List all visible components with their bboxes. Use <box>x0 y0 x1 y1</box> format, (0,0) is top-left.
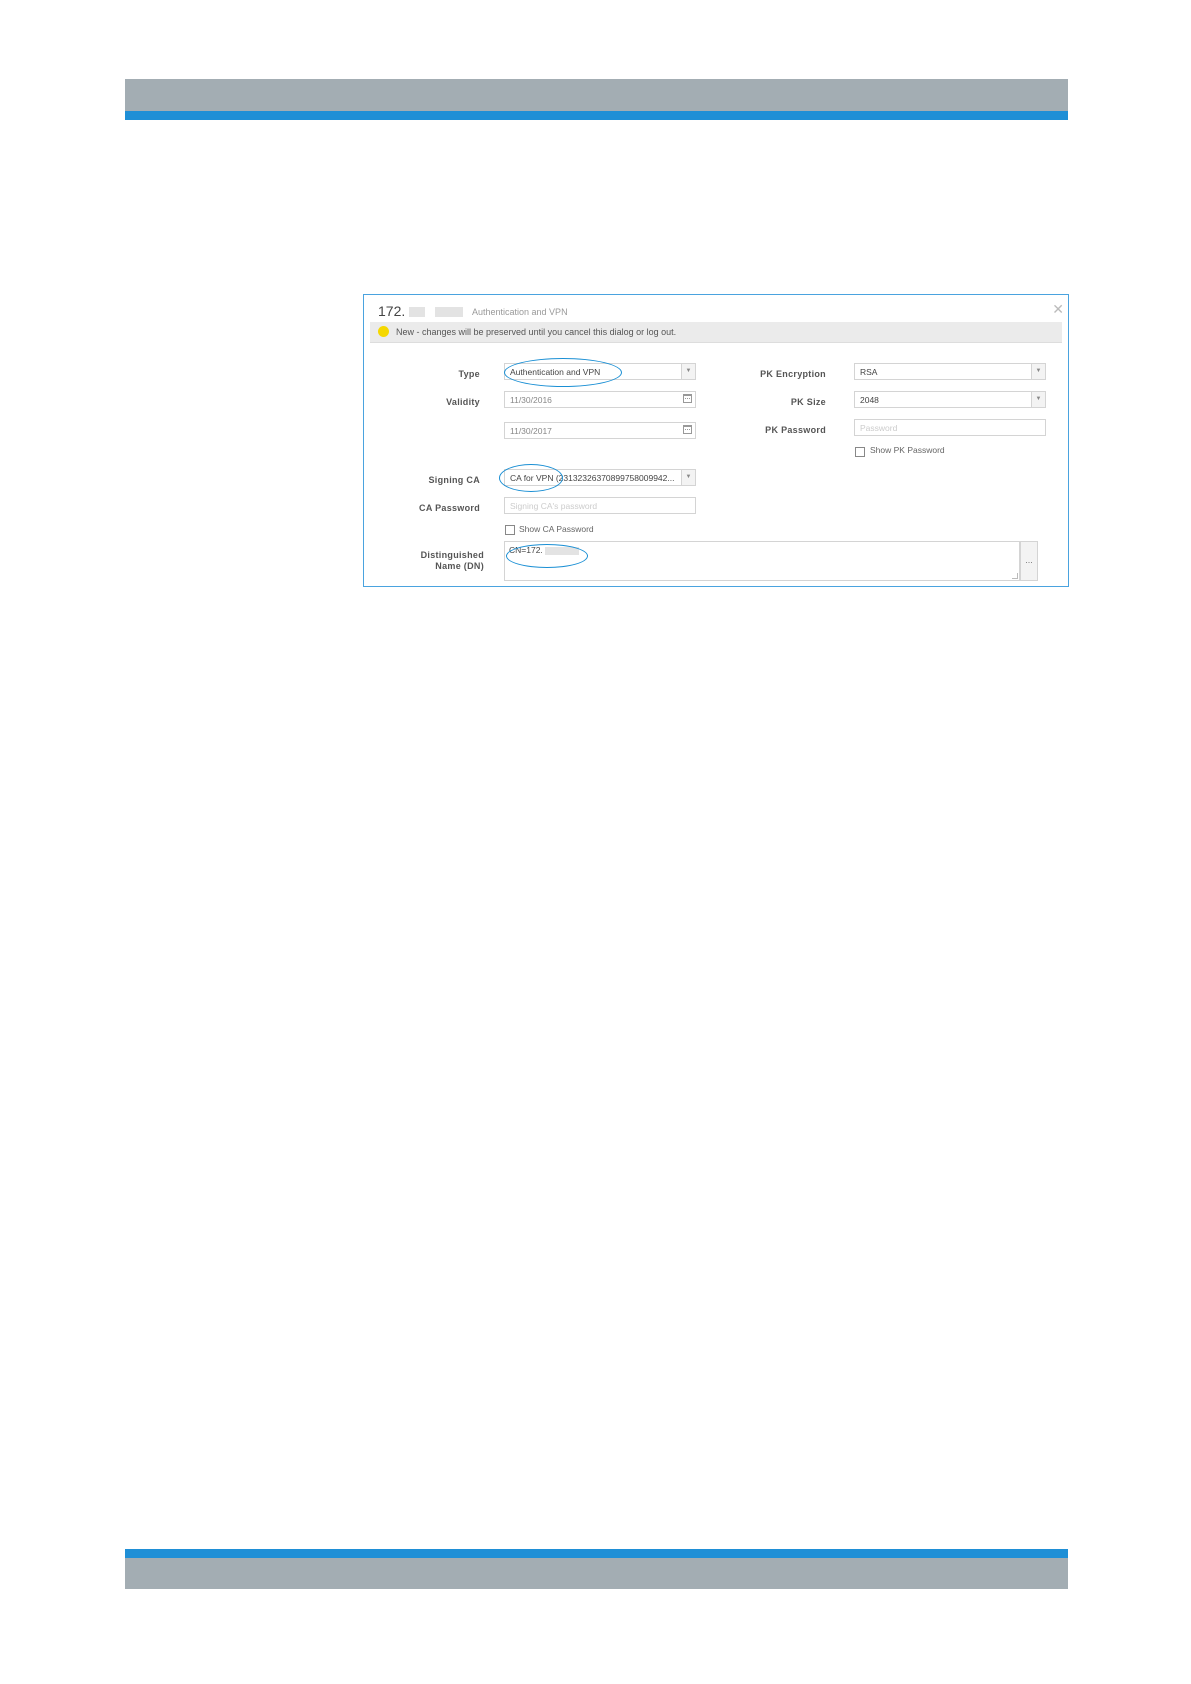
validity-label: Validity <box>446 397 480 407</box>
ca-password-field[interactable]: Signing CA's password <box>504 497 696 514</box>
type-select[interactable]: Authentication and VPN ▼ <box>504 363 696 380</box>
warning-icon <box>378 326 389 337</box>
ca-password-label: CA Password <box>419 503 480 513</box>
close-icon[interactable]: ✕ <box>1052 301 1064 318</box>
redacted-block <box>435 307 464 318</box>
chevron-down-icon[interactable]: ▼ <box>681 470 695 485</box>
dn-textarea[interactable]: CN=172. <box>504 541 1020 581</box>
dn-editor-button[interactable]: ... <box>1020 541 1038 581</box>
notice-bar: New - changes will be preserved until yo… <box>370 322 1062 343</box>
signing-ca-select[interactable]: CA for VPN (23132326370899758009942... ▼ <box>504 469 696 486</box>
page-header-bar <box>125 79 1068 111</box>
validity-start-field[interactable]: 11/30/2016 <box>504 391 696 408</box>
chevron-down-icon[interactable]: ▼ <box>681 364 695 379</box>
type-select-value: Authentication and VPN <box>510 367 601 377</box>
pk-password-placeholder: Password <box>860 423 898 433</box>
dn-label-line2: Name (DN) <box>435 561 484 571</box>
show-pk-password-label: Show PK Password <box>870 445 945 455</box>
resize-handle[interactable] <box>1012 573 1018 579</box>
dn-label: Distinguished Name (DN) <box>421 550 484 572</box>
redacted-block <box>409 307 426 318</box>
page-header-stripe <box>125 111 1068 120</box>
pk-size-select[interactable]: 2048 ▼ <box>854 391 1046 408</box>
pk-size-label: PK Size <box>790 397 826 407</box>
pk-password-field[interactable]: Password <box>854 419 1046 436</box>
pk-encryption-label: PK Encryption <box>760 369 826 379</box>
validity-end-value: 11/30/2017 <box>510 426 552 436</box>
type-label: Type <box>458 369 480 379</box>
dialog-title-ip: 172. <box>378 303 406 319</box>
signing-ca-label: Signing CA <box>428 475 480 485</box>
dialog-title: 172. <box>378 303 464 319</box>
page-footer-bar <box>125 1558 1068 1589</box>
certificate-dialog: 172. Authentication and VPN ✕ New - chan… <box>363 294 1069 587</box>
show-ca-password-label: Show CA Password <box>519 524 594 534</box>
pk-size-value: 2048 <box>860 395 879 405</box>
redacted-block <box>544 546 579 555</box>
ca-password-placeholder: Signing CA's password <box>510 501 598 511</box>
pk-password-label: PK Password <box>765 425 826 435</box>
chevron-down-icon[interactable]: ▼ <box>1031 392 1045 407</box>
show-ca-password-checkbox[interactable] <box>505 525 515 535</box>
calendar-icon[interactable] <box>683 425 692 434</box>
signing-ca-value: CA for VPN (23132326370899758009942... <box>510 473 675 483</box>
calendar-icon[interactable] <box>683 394 692 403</box>
pk-encryption-select[interactable]: RSA ▼ <box>854 363 1046 380</box>
notice-text: New - changes will be preserved until yo… <box>396 327 677 337</box>
chevron-down-icon[interactable]: ▼ <box>1031 364 1045 379</box>
pk-encryption-value: RSA <box>860 367 878 377</box>
dn-value: CN=172. <box>509 545 543 555</box>
dialog-subtitle: Authentication and VPN <box>472 307 568 317</box>
page-footer-stripe <box>125 1549 1068 1558</box>
validity-end-field[interactable]: 11/30/2017 <box>504 422 696 439</box>
validity-start-value: 11/30/2016 <box>510 395 552 405</box>
dn-label-line1: Distinguished <box>420 550 484 560</box>
show-pk-password-checkbox[interactable] <box>855 447 865 457</box>
